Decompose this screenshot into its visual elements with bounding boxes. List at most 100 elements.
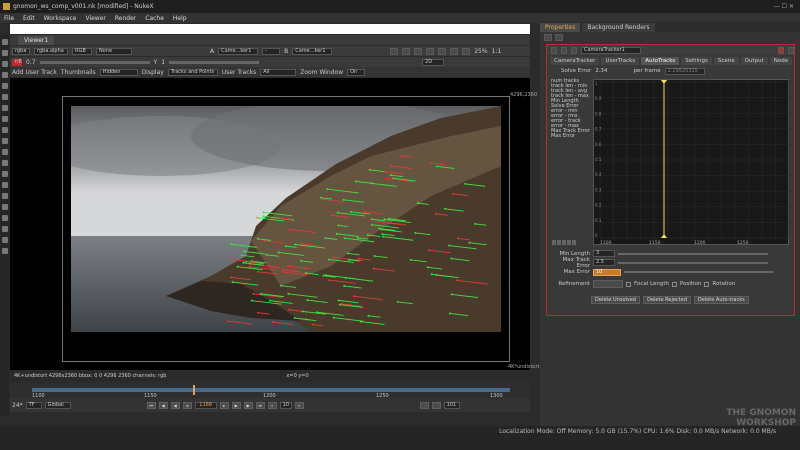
track-point[interactable] — [373, 255, 376, 258]
flipbook-button[interactable] — [431, 401, 441, 409]
track-point[interactable] — [396, 300, 399, 303]
track-point[interactable] — [242, 250, 245, 253]
node-color-icon[interactable] — [561, 46, 567, 54]
track-point[interactable] — [293, 317, 296, 320]
channel-icon[interactable] — [1, 83, 8, 89]
color-icon[interactable] — [1, 94, 8, 100]
track-point[interactable] — [330, 214, 333, 217]
max-error-field[interactable]: 10 — [593, 268, 621, 276]
track-point[interactable] — [319, 196, 322, 199]
channels-select[interactable]: rgba — [12, 47, 30, 55]
track-point[interactable] — [399, 154, 402, 157]
menu-render[interactable]: Render — [115, 15, 136, 22]
fps-field[interactable]: 24* — [12, 402, 23, 409]
track-point[interactable] — [336, 211, 339, 214]
furnace-icon[interactable] — [1, 204, 8, 210]
track-point[interactable] — [250, 299, 253, 302]
display-select[interactable]: Tracks and Points — [167, 68, 218, 76]
track-point[interactable] — [262, 211, 265, 214]
menu-file[interactable]: File — [4, 15, 14, 22]
track-point[interactable] — [337, 224, 340, 227]
tab-settings[interactable]: Settings — [681, 57, 712, 65]
toolsets-icon[interactable] — [1, 182, 8, 188]
user-tracks-select[interactable]: All — [260, 68, 297, 76]
tab-background-renders[interactable]: Background Renders — [582, 22, 655, 32]
track-point[interactable] — [263, 239, 266, 242]
track-point[interactable] — [409, 258, 412, 261]
proxy-button[interactable] — [426, 47, 435, 55]
track-point[interactable] — [435, 274, 438, 277]
scope-select[interactable]: Global — [44, 401, 71, 409]
track-point[interactable] — [366, 233, 369, 236]
track-point[interactable] — [435, 165, 438, 168]
track-point[interactable] — [464, 182, 467, 185]
position-checkbox[interactable] — [671, 281, 677, 287]
gain-value[interactable]: 0.7 — [26, 59, 36, 66]
graph-tool-1[interactable] — [552, 240, 556, 245]
tab-autotracks[interactable]: AutoTracks — [641, 57, 680, 65]
track-point[interactable] — [356, 236, 359, 239]
track-point[interactable] — [427, 249, 430, 252]
track-point[interactable] — [348, 258, 351, 261]
tab-usertracks[interactable]: UserTracks — [601, 57, 640, 65]
track-point[interactable] — [256, 216, 259, 219]
track-point[interactable] — [282, 268, 285, 271]
track-point[interactable] — [240, 254, 243, 257]
track-point[interactable] — [286, 265, 289, 268]
rotation-checkbox[interactable] — [704, 281, 710, 287]
track-point[interactable] — [367, 314, 370, 317]
skip-back-button[interactable]: « — [267, 401, 277, 409]
tf-select[interactable]: TF — [25, 401, 42, 409]
track-point[interactable] — [353, 295, 356, 298]
alpha-select[interactable]: rgba.alpha — [34, 47, 68, 55]
tab-properties[interactable]: Properties — [540, 22, 581, 32]
track-point[interactable] — [384, 170, 387, 173]
close-panel-icon[interactable] — [788, 46, 794, 54]
track-point[interactable] — [279, 217, 282, 220]
track-point[interactable] — [380, 228, 383, 231]
track-point[interactable] — [231, 281, 234, 284]
lut-button[interactable] — [414, 47, 423, 55]
track-point[interactable] — [468, 241, 471, 244]
menu-workspace[interactable]: Workspace — [44, 15, 77, 22]
track-point[interactable] — [382, 235, 385, 238]
track-point[interactable] — [444, 207, 447, 210]
menu-cache[interactable]: Cache — [145, 15, 164, 22]
tab-viewer1[interactable]: Viewer1 — [18, 35, 55, 45]
draw-icon[interactable] — [1, 61, 8, 67]
track-point[interactable] — [349, 210, 352, 213]
track-point[interactable] — [414, 231, 417, 234]
first-frame-button[interactable]: ⏮ — [146, 401, 156, 409]
track-point[interactable] — [359, 320, 362, 323]
track-point[interactable] — [328, 279, 331, 282]
track-point[interactable] — [306, 299, 309, 302]
time-icon[interactable] — [1, 72, 8, 78]
track-point[interactable] — [242, 261, 245, 264]
track-point[interactable] — [390, 165, 393, 168]
track-point[interactable] — [426, 266, 429, 269]
track-point[interactable] — [324, 237, 327, 240]
max-track-error-slider[interactable] — [618, 261, 768, 264]
track-point[interactable] — [256, 237, 259, 240]
step-increment-field[interactable]: 10 — [279, 401, 292, 409]
track-point[interactable] — [363, 210, 366, 213]
view-mode-select[interactable]: 2D — [422, 58, 445, 66]
graph-tool-5[interactable] — [572, 240, 576, 245]
min-length-slider[interactable] — [618, 252, 768, 255]
track-point[interactable] — [430, 273, 433, 276]
track-point[interactable] — [389, 174, 392, 177]
gamma-slider[interactable] — [169, 60, 260, 64]
track-point[interactable] — [257, 311, 260, 314]
metadata-icon[interactable] — [1, 171, 8, 177]
play-backward-button[interactable]: ◀ — [170, 401, 180, 409]
min-length-field[interactable]: 3 — [593, 250, 615, 257]
focal-length-checkbox[interactable] — [626, 281, 631, 287]
track-point[interactable] — [269, 299, 272, 302]
snapshot-button[interactable] — [462, 47, 471, 55]
track-point[interactable] — [282, 271, 285, 274]
track-point[interactable] — [381, 233, 384, 236]
track-point[interactable] — [383, 218, 386, 221]
track-point[interactable] — [321, 198, 324, 201]
track-point[interactable] — [311, 323, 314, 326]
track-point[interactable] — [354, 180, 357, 183]
